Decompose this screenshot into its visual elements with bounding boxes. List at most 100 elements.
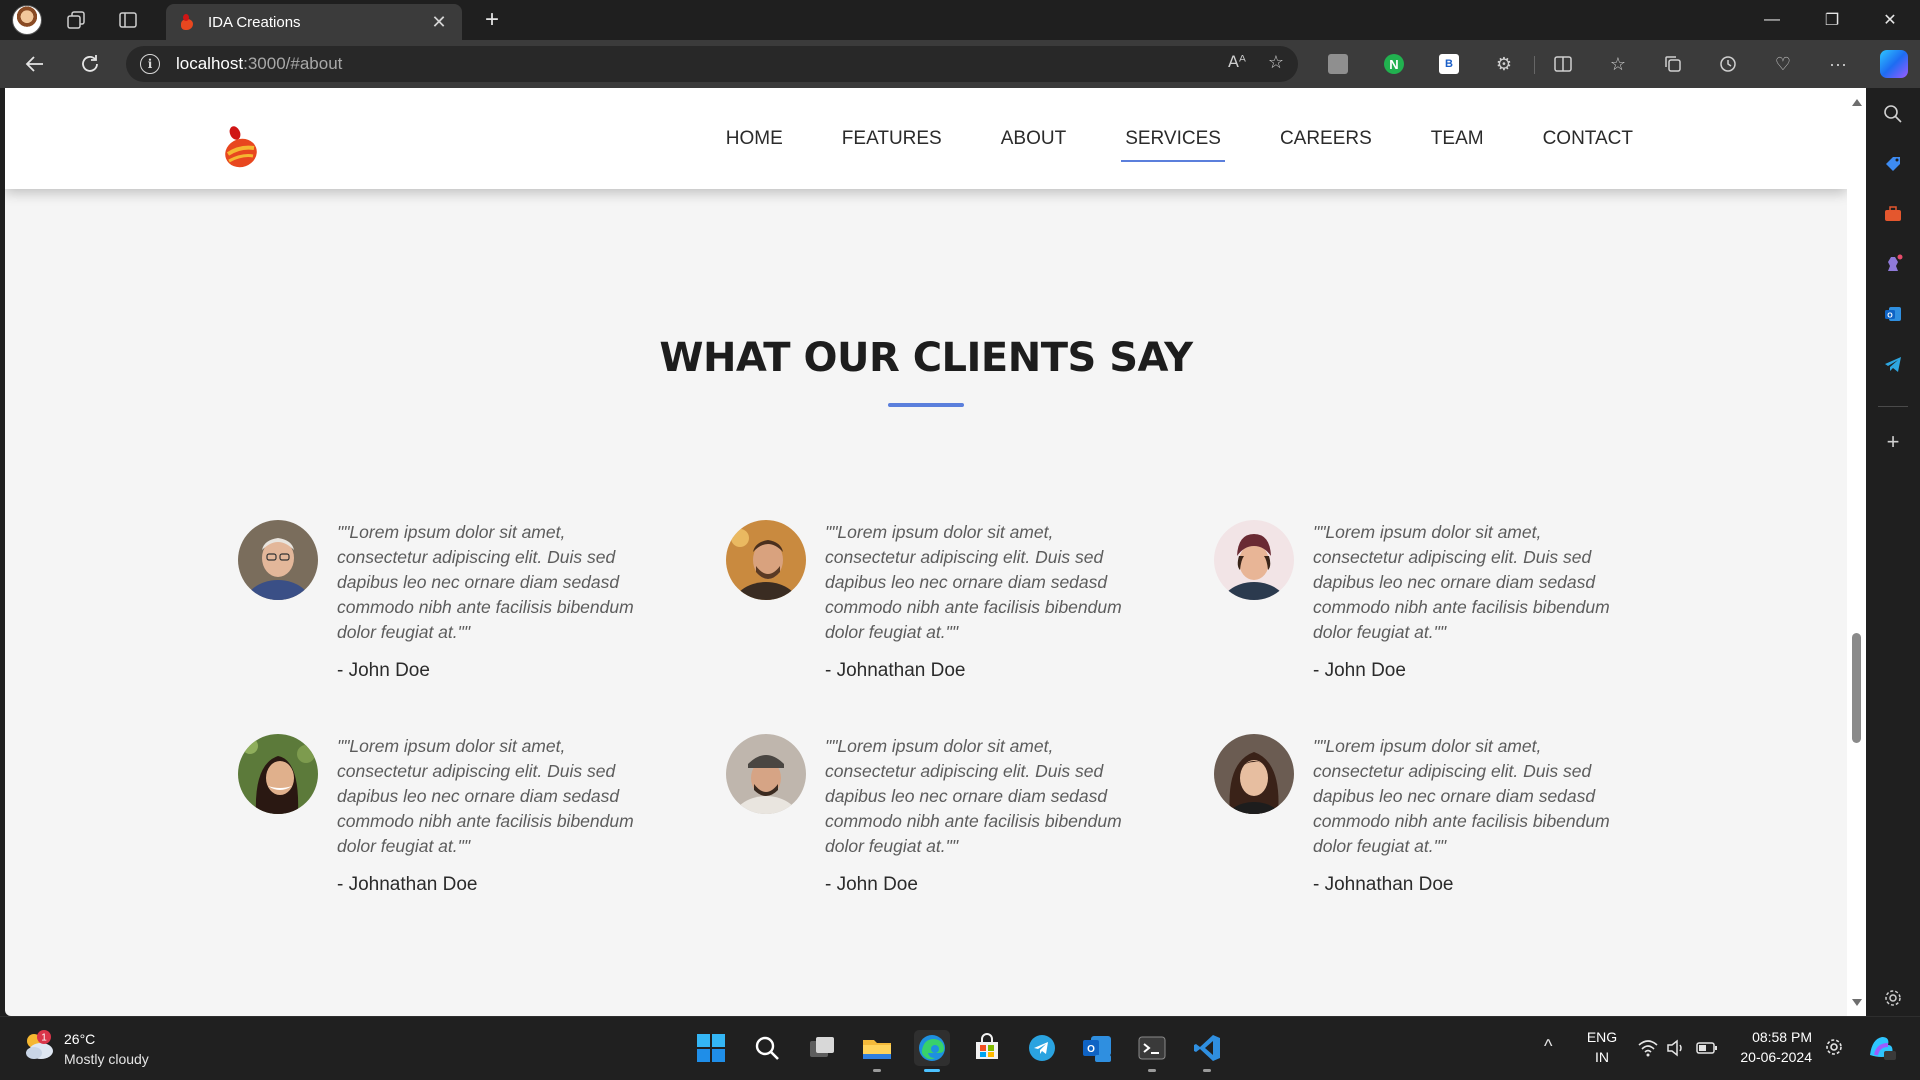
client-avatar [726,520,806,600]
file-explorer-icon[interactable] [859,1030,895,1072]
volume-icon[interactable] [1666,1039,1686,1062]
testimonial-author: - John Doe [337,660,430,681]
main-nav: HOME FEATURES ABOUT SERVICES CAREERS TEA… [669,88,1635,189]
sidebar-games-icon[interactable] [1881,252,1905,276]
edge-browser-icon[interactable] [914,1030,950,1072]
testimonial-quote: ""Lorem ipsum dolor sit amet, consectetu… [337,522,634,642]
scroll-down-arrow-icon[interactable] [1852,999,1862,1006]
title-underline [888,403,964,407]
copilot-taskbar-icon[interactable] [1866,1033,1896,1066]
testimonial-card: ""Lorem ipsum dolor sit amet, consectetu… [238,734,658,904]
browser-essentials-icon[interactable]: ♡ [1771,52,1795,76]
settings-more-icon[interactable]: ··· [1826,52,1850,76]
start-button[interactable] [693,1030,729,1066]
scrollbar-thumb[interactable] [1852,633,1861,743]
testimonial-author: - Johnathan Doe [1313,874,1454,895]
testimonial-quote: ""Lorem ipsum dolor sit amet, consectetu… [825,736,1122,856]
microsoft-store-icon[interactable] [969,1030,1005,1066]
read-aloud-icon[interactable]: Aᴬ [1228,52,1246,73]
nav-about[interactable]: ABOUT [999,128,1068,150]
sidebar-shopping-icon[interactable] [1881,152,1905,176]
history-icon[interactable] [1716,52,1740,76]
sidebar-telegram-icon[interactable] [1881,352,1905,376]
testimonial-card: ""Lorem ipsum dolor sit amet, consectetu… [726,520,1146,690]
nav-team[interactable]: TEAM [1429,128,1486,150]
testimonial-author: - Johnathan Doe [337,874,478,895]
client-avatar [238,734,318,814]
nav-services[interactable]: SERVICES [1121,128,1225,162]
terminal-icon[interactable] [1134,1030,1170,1072]
testimonial-quote: ""Lorem ipsum dolor sit amet, consectetu… [825,522,1122,642]
new-tab-button[interactable]: + [478,6,506,34]
svg-text:O: O [1887,313,1893,320]
taskbar-search-icon[interactable] [749,1030,785,1066]
workspaces-icon[interactable] [62,6,90,34]
testimonial-author: - John Doe [1313,660,1406,681]
favorite-star-icon[interactable]: ☆ [1268,52,1284,73]
weather-temperature[interactable]: 26°C [64,1031,95,1047]
testimonial-author: - Johnathan Doe [825,660,966,681]
profile-avatar[interactable] [12,5,42,35]
clock[interactable]: 08:58 PM 20-06-2024 [1740,1027,1812,1067]
extensions-puzzle-icon[interactable]: ⚙ [1492,52,1516,76]
nav-contact[interactable]: CONTACT [1541,128,1635,150]
vscode-icon[interactable] [1189,1030,1225,1072]
tab-ida-creations[interactable]: IDA Creations ✕ [166,4,462,40]
vertical-tabs-icon[interactable] [114,6,142,34]
url-path: :3000/#about [243,54,343,73]
tab-title: IDA Creations [208,13,301,31]
task-view-icon[interactable] [804,1030,840,1066]
split-screen-icon[interactable] [1551,52,1575,76]
testimonial-card: ""Lorem ipsum dolor sit amet, consectetu… [238,520,658,690]
outlook-new-icon[interactable]: O [1079,1030,1115,1066]
ida-logo[interactable] [220,124,262,170]
sidebar-search-icon[interactable] [1881,102,1905,126]
sidebar-tools-icon[interactable] [1881,202,1905,226]
testimonial-card: ""Lorem ipsum dolor sit amet, consectetu… [726,734,1146,904]
favorites-icon[interactable]: ☆ [1606,52,1630,76]
notification-settings-icon[interactable] [1824,1037,1844,1062]
tab-close-icon[interactable]: ✕ [428,12,450,33]
back-button[interactable] [19,50,51,78]
language-indicator[interactable]: ENG IN [1582,1027,1622,1067]
close-window-button[interactable]: ✕ [1870,6,1910,34]
client-avatar [238,520,318,600]
site-info-icon[interactable]: i [140,54,160,74]
testimonial-card: ""Lorem ipsum dolor sit amet, consectetu… [1214,520,1634,690]
nav-features[interactable]: FEATURES [840,128,944,150]
url-host: localhost [176,54,244,73]
site-favicon-icon [178,13,196,31]
scroll-up-arrow-icon[interactable] [1852,99,1862,106]
extension-gray-icon[interactable] [1328,54,1348,74]
sidebar-add-icon[interactable]: + [1881,429,1905,454]
reload-button[interactable] [74,50,106,78]
copilot-icon[interactable] [1880,50,1908,78]
testimonial-card: ""Lorem ipsum dolor sit amet, consectetu… [1214,734,1634,904]
sidebar-settings-icon[interactable] [1881,986,1905,1010]
weather-description[interactable]: Mostly cloudy [64,1051,149,1067]
address-bar[interactable]: i localhost:3000/#about Aᴬ ☆ [126,46,1298,82]
extension-b-icon[interactable]: B [1439,54,1459,74]
page-scrollbar[interactable] [1847,88,1866,1016]
minimize-button[interactable]: — [1752,6,1792,34]
testimonial-quote: ""Lorem ipsum dolor sit amet, consectetu… [1313,736,1610,856]
extension-n-icon[interactable]: N [1384,54,1404,74]
section-title: WHAT OUR CLIENTS SAY [659,335,1193,381]
telegram-icon[interactable] [1024,1030,1060,1066]
windows-taskbar: 1 26°C Mostly cloudy O ^ ENG IN 08:58 PM… [0,1016,1920,1080]
collections-icon[interactable] [1661,52,1685,76]
sidebar-outlook-icon[interactable]: O [1881,302,1905,326]
nav-home[interactable]: HOME [724,128,785,150]
page-viewport: HOME FEATURES ABOUT SERVICES CAREERS TEA… [5,88,1847,1016]
battery-icon[interactable] [1696,1039,1718,1062]
edge-sidebar: O + [1866,88,1920,1016]
tray-overflow-chevron-icon[interactable]: ^ [1544,1036,1552,1057]
wifi-icon[interactable] [1638,1039,1658,1062]
maximize-button[interactable]: ❐ [1812,6,1852,34]
nav-careers[interactable]: CAREERS [1278,128,1374,150]
site-header: HOME FEATURES ABOUT SERVICES CAREERS TEA… [5,88,1847,189]
client-avatar [1214,734,1294,814]
browser-titlebar: IDA Creations ✕ + — ❐ ✕ [0,0,1920,40]
testimonial-quote: ""Lorem ipsum dolor sit amet, consectetu… [1313,522,1610,642]
weather-cloud-icon[interactable]: 1 [22,1029,56,1063]
